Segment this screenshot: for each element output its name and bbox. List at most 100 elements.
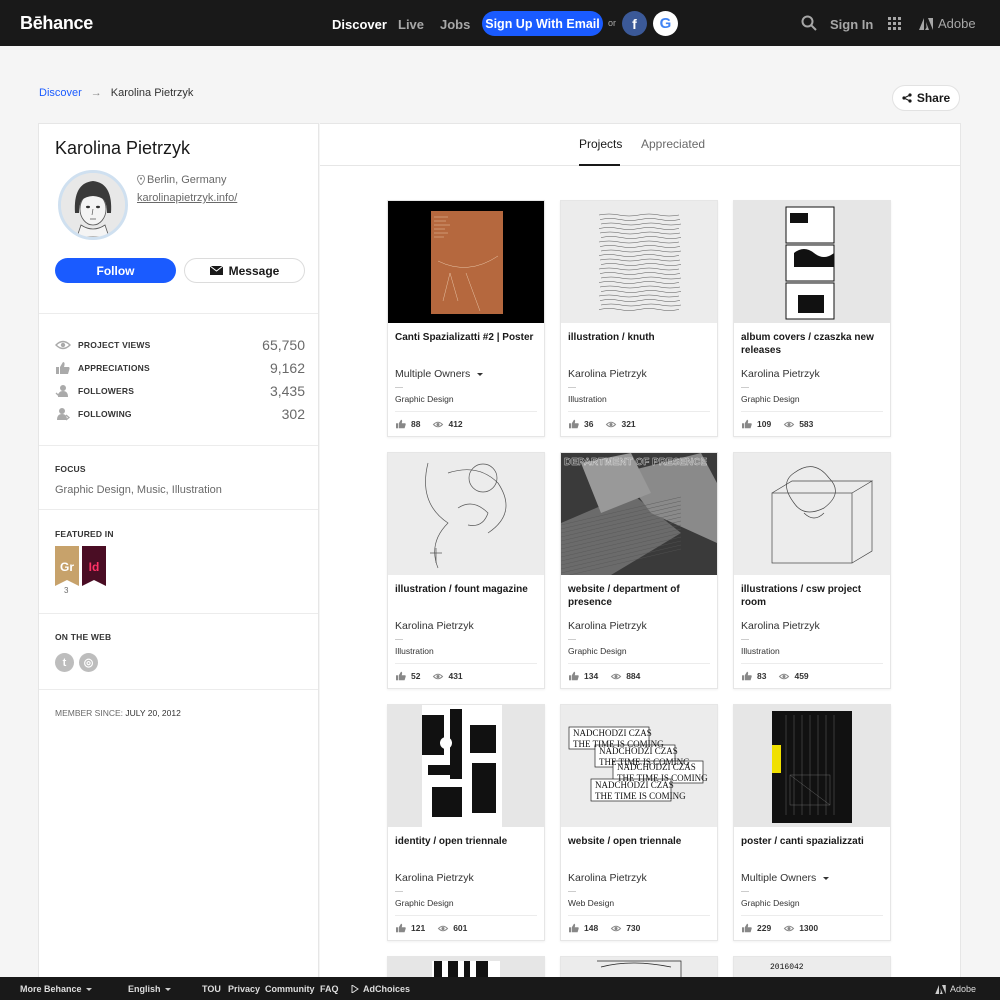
search-icon[interactable]: [801, 15, 817, 31]
project-thumbnail[interactable]: [388, 453, 544, 575]
featured-indesign-badge[interactable]: Id: [82, 546, 106, 586]
project-thumbnail-image: [734, 705, 890, 827]
project-card[interactable]: album covers / czaszka new releases Karol…: [733, 200, 891, 437]
google-signup-button[interactable]: G: [653, 11, 678, 36]
divider: [39, 689, 318, 690]
project-field[interactable]: Illustration: [395, 646, 434, 656]
project-owner[interactable]: Multiple Owners: [741, 872, 830, 884]
project-owner[interactable]: Karolina Pietrzyk: [568, 620, 647, 632]
project-card[interactable]: identity / open triennale Karolina Pietrz…: [387, 704, 545, 941]
breadcrumb-discover[interactable]: Discover: [39, 87, 82, 99]
project-card[interactable]: poster / canti spazializzati Multiple Own…: [733, 704, 891, 941]
divider: [741, 891, 749, 892]
profile-website-link[interactable]: karolinapietrzyk.info/: [137, 192, 237, 204]
message-button[interactable]: Message: [184, 258, 305, 283]
project-card[interactable]: illustration / knuth Karolina Pietrzyk Ill…: [560, 200, 718, 437]
share-button[interactable]: Share: [892, 85, 960, 111]
breadcrumb-arrow-icon: →: [90, 87, 102, 99]
avatar[interactable]: [58, 170, 128, 240]
project-title[interactable]: illustration / fount magazine: [395, 583, 540, 596]
share-icon: [902, 93, 912, 103]
project-card[interactable]: illustrations / csw project room Karolina…: [733, 452, 891, 689]
project-owner[interactable]: Karolina Pietrzyk: [568, 872, 647, 884]
tumblr-icon[interactable]: t: [55, 653, 74, 672]
project-card[interactable]: illustration / fount magazine Karolina Pi…: [387, 452, 545, 689]
footer-tou[interactable]: TOU: [202, 984, 221, 994]
featured-graphic-design-badge[interactable]: Gr: [55, 546, 79, 586]
stat-value: 302: [281, 406, 305, 422]
nav-live[interactable]: Live: [398, 17, 424, 32]
project-title[interactable]: website / open triennale: [568, 835, 713, 848]
facebook-signup-button[interactable]: f: [622, 11, 647, 36]
project-field[interactable]: Graphic Design: [568, 646, 627, 656]
footer-privacy[interactable]: Privacy: [228, 984, 260, 994]
project-thumbnail[interactable]: [561, 201, 717, 323]
project-thumbnail[interactable]: [734, 705, 890, 827]
adchoices-icon: [351, 985, 359, 993]
behance-logo[interactable]: Bēhance: [20, 13, 93, 34]
signup-email-button[interactable]: Sign Up With Email: [482, 11, 603, 36]
eye-icon: [783, 421, 795, 427]
project-thumbnail[interactable]: NADCHODZI CZAS THE TIME IS COMING NADCHODZ…: [561, 705, 717, 827]
footer-community[interactable]: Community: [265, 984, 315, 994]
thumbs-up-icon: [569, 923, 579, 933]
divider: [741, 639, 749, 640]
adobe-link[interactable]: Adobe: [919, 16, 976, 31]
follow-button[interactable]: Follow: [55, 258, 176, 283]
stat-label: APPRECIATIONS: [78, 363, 150, 373]
footer-faq[interactable]: FAQ: [320, 984, 339, 994]
project-field[interactable]: Web Design: [568, 898, 614, 908]
footer-adobe[interactable]: Adobe: [935, 984, 976, 994]
footer-more-behance[interactable]: More Behance: [20, 984, 92, 994]
footer-language[interactable]: English: [128, 984, 171, 994]
project-field[interactable]: Illustration: [568, 394, 607, 404]
nav-discover[interactable]: Discover: [332, 17, 387, 32]
signin-link[interactable]: Sign In: [830, 17, 873, 32]
project-owner[interactable]: Karolina Pietrzyk: [568, 368, 647, 380]
project-title[interactable]: identity / open triennale: [395, 835, 540, 848]
divider: [39, 509, 318, 510]
project-thumbnail[interactable]: DEPARTMENT OF PRESENCE: [561, 453, 717, 575]
eye-icon: [433, 673, 444, 679]
project-field[interactable]: Graphic Design: [395, 394, 454, 404]
project-card[interactable]: DEPARTMENT OF PRESENCE website / departme…: [560, 452, 718, 689]
eye-icon: [437, 925, 449, 931]
project-field[interactable]: Graphic Design: [741, 394, 800, 404]
project-owner[interactable]: Karolina Pietrzyk: [741, 620, 820, 632]
project-stats: 109 583: [741, 419, 813, 429]
project-likes: 52: [411, 671, 421, 681]
project-title[interactable]: poster / canti spazializzati: [741, 835, 886, 848]
divider: [741, 411, 883, 412]
project-owner[interactable]: Karolina Pietrzyk: [741, 368, 820, 380]
apps-grid-icon[interactable]: [888, 17, 901, 30]
project-thumbnail[interactable]: [734, 201, 890, 323]
adobe-icon: [919, 17, 933, 30]
location-pin-icon: [137, 175, 145, 185]
divider: [395, 387, 403, 388]
project-owner[interactable]: Multiple Owners: [395, 368, 484, 380]
instagram-icon[interactable]: ◎: [79, 653, 98, 672]
tab-projects[interactable]: Projects: [579, 137, 622, 151]
project-field[interactable]: Illustration: [741, 646, 780, 656]
project-title[interactable]: Canti Spazializatti #2 | Poster: [395, 331, 540, 344]
project-thumbnail[interactable]: [388, 201, 544, 323]
project-card[interactable]: Canti Spazializatti #2 | Poster Multiple …: [387, 200, 545, 437]
project-owner-name: Karolina Pietrzyk: [568, 872, 647, 884]
project-thumbnail[interactable]: [388, 705, 544, 827]
project-likes: 83: [757, 671, 767, 681]
project-likes: 36: [584, 419, 594, 429]
nav-jobs[interactable]: Jobs: [440, 17, 470, 32]
project-thumbnail[interactable]: [734, 453, 890, 575]
project-owner[interactable]: Karolina Pietrzyk: [395, 620, 474, 632]
project-title[interactable]: album covers / czaszka new releases: [741, 331, 886, 357]
project-card[interactable]: NADCHODZI CZAS THE TIME IS COMING NADCHODZ…: [560, 704, 718, 941]
project-owner[interactable]: Karolina Pietrzyk: [395, 872, 474, 884]
project-title[interactable]: website / department of presence: [568, 583, 713, 609]
project-field[interactable]: Graphic Design: [741, 898, 800, 908]
tab-appreciated[interactable]: Appreciated: [641, 137, 705, 151]
profile-name: Karolina Pietrzyk: [55, 138, 191, 158]
project-field[interactable]: Graphic Design: [395, 898, 454, 908]
footer-adchoices[interactable]: AdChoices: [351, 984, 410, 994]
project-title[interactable]: illustration / knuth: [568, 331, 713, 344]
project-title[interactable]: illustrations / csw project room: [741, 583, 886, 609]
